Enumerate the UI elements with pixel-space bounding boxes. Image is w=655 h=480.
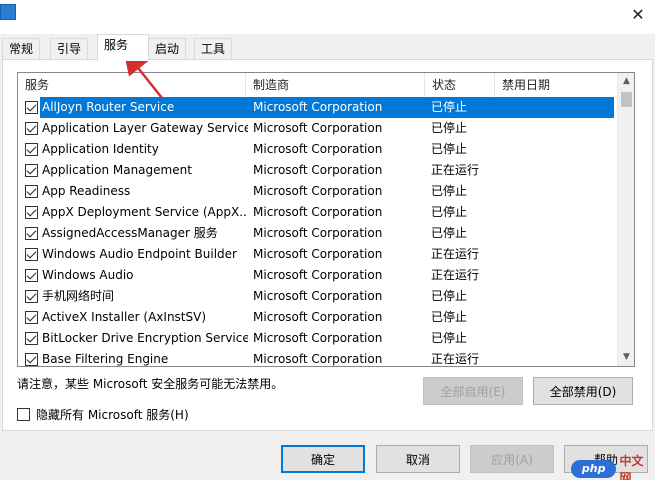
service-name-cell: ActiveX Installer (AxInstSV): [42, 310, 207, 324]
table-row[interactable]: Application Management Microsoft Corporat…: [18, 160, 618, 181]
table-row[interactable]: Application Layer Gateway Service Microso…: [18, 118, 618, 139]
table-row[interactable]: Base Filtering Engine Microsoft Corporati…: [18, 349, 618, 366]
hide-ms-services-label: 隐藏所有 Microsoft 服务(H): [36, 407, 189, 422]
service-name-cell: Windows Audio Endpoint Builder: [42, 247, 237, 261]
table-row[interactable]: BitLocker Drive Encryption Service Micros…: [18, 328, 618, 349]
manufacturer-cell: Microsoft Corporation: [253, 184, 383, 198]
ok-button[interactable]: 确定: [281, 445, 365, 473]
disable-all-button[interactable]: 全部禁用(D): [533, 377, 633, 405]
table-row[interactable]: Application Identity Microsoft Corporatio…: [18, 139, 618, 160]
service-name-cell: Application Identity: [42, 142, 159, 156]
manufacturer-cell: Microsoft Corporation: [253, 226, 383, 240]
service-name-cell: AssignedAccessManager 服务: [42, 226, 218, 240]
scroll-down-icon[interactable]: ▼: [618, 349, 634, 366]
notice-text: 请注意，某些 Microsoft 安全服务可能无法禁用。: [17, 377, 284, 391]
column-header-disabled-date[interactable]: 禁用日期: [495, 73, 618, 97]
row-checkbox[interactable]: [25, 353, 38, 366]
table-row[interactable]: 手机网络时间 Microsoft Corporation 已停止: [18, 286, 618, 307]
manufacturer-cell: Microsoft Corporation: [253, 163, 383, 177]
hide-ms-services-checkbox[interactable]: 隐藏所有 Microsoft 服务(H): [17, 406, 189, 422]
tab-general[interactable]: 常规: [2, 38, 41, 60]
status-cell: 已停止: [431, 184, 468, 198]
status-cell: 正在运行: [431, 247, 480, 261]
status-cell: 已停止: [431, 121, 468, 135]
tab-boot[interactable]: 引导: [50, 38, 89, 60]
watermark-badge: php: [571, 459, 617, 478]
manufacturer-cell: Microsoft Corporation: [253, 247, 383, 261]
table-row[interactable]: App Readiness Microsoft Corporation 已停止: [18, 181, 618, 202]
table-row[interactable]: AppX Deployment Service (AppX... Microsof…: [18, 202, 618, 223]
table-row[interactable]: AllJoyn Router Service Microsoft Corporat…: [18, 97, 618, 118]
app-icon: [0, 4, 16, 20]
manufacturer-cell: Microsoft Corporation: [253, 289, 383, 303]
row-checkbox[interactable]: [25, 143, 38, 156]
row-checkbox[interactable]: [25, 227, 38, 240]
status-cell: 正在运行: [431, 163, 480, 177]
table-row[interactable]: Windows Audio Microsoft Corporation 正在运行: [18, 265, 618, 286]
enable-all-button[interactable]: 全部启用(E): [423, 377, 523, 405]
column-header-service[interactable]: 服务: [18, 73, 246, 97]
row-checkbox[interactable]: [25, 269, 38, 282]
services-list[interactable]: 服务 制造商 状态 禁用日期 AllJoyn Router Service Mic…: [17, 72, 635, 367]
apply-button[interactable]: 应用(A): [470, 445, 554, 473]
row-checkbox[interactable]: [25, 206, 38, 219]
service-name-cell: 手机网络时间: [42, 289, 115, 303]
service-name-cell: Base Filtering Engine: [42, 352, 169, 366]
row-checkbox[interactable]: [25, 332, 38, 345]
status-cell: 正在运行: [431, 352, 480, 366]
status-cell: 已停止: [431, 226, 468, 240]
scroll-up-icon[interactable]: ▲: [618, 73, 634, 90]
status-cell: 已停止: [431, 205, 468, 219]
service-name-cell: App Readiness: [42, 184, 131, 198]
table-row[interactable]: AssignedAccessManager 服务 Microsoft Corpor…: [18, 223, 618, 244]
title-bar: ✕: [0, 0, 655, 34]
cancel-button[interactable]: 取消: [376, 445, 460, 473]
row-checkbox[interactable]: [25, 248, 38, 261]
manufacturer-cell: Microsoft Corporation: [253, 352, 383, 366]
vertical-scrollbar[interactable]: ▲ ▼: [617, 73, 634, 366]
manufacturer-cell: Microsoft Corporation: [253, 205, 383, 219]
watermark-logo: php 中文网: [571, 454, 655, 480]
tab-services[interactable]: 服务: [97, 34, 149, 61]
status-cell: 正在运行: [431, 268, 480, 282]
service-name-cell: BitLocker Drive Encryption Service: [42, 331, 248, 345]
tab-startup[interactable]: 启动: [148, 38, 187, 60]
service-name-cell: Windows Audio: [42, 268, 134, 282]
manufacturer-cell: Microsoft Corporation: [253, 100, 383, 114]
column-header-status[interactable]: 状态: [425, 73, 495, 97]
status-cell: 已停止: [431, 331, 468, 345]
service-name-cell: Application Layer Gateway Service: [42, 121, 248, 135]
row-checkbox[interactable]: [25, 185, 38, 198]
manufacturer-cell: Microsoft Corporation: [253, 121, 383, 135]
scroll-thumb[interactable]: [621, 92, 632, 107]
manufacturer-cell: Microsoft Corporation: [253, 268, 383, 282]
watermark-text: 中文网: [619, 453, 644, 480]
manufacturer-cell: Microsoft Corporation: [253, 331, 383, 345]
status-cell: 已停止: [431, 142, 468, 156]
row-checkbox[interactable]: [25, 290, 38, 303]
tab-strip: 常规 引导 服务 启动 工具: [0, 34, 655, 61]
list-rows: AllJoyn Router Service Microsoft Corporat…: [18, 97, 618, 366]
row-checkbox[interactable]: [25, 164, 38, 177]
services-panel: 服务 制造商 状态 禁用日期 AllJoyn Router Service Mic…: [2, 59, 653, 431]
service-name-cell: Application Management: [42, 163, 192, 177]
table-row[interactable]: Windows Audio Endpoint Builder Microsoft …: [18, 244, 618, 265]
checkbox-box[interactable]: [17, 407, 30, 421]
manufacturer-cell: Microsoft Corporation: [253, 310, 383, 324]
tab-tools[interactable]: 工具: [194, 38, 233, 60]
table-row[interactable]: ActiveX Installer (AxInstSV) Microsoft Co…: [18, 307, 618, 328]
row-checkbox[interactable]: [25, 122, 38, 135]
status-cell: 已停止: [431, 100, 468, 114]
status-cell: 已停止: [431, 289, 468, 303]
status-cell: 已停止: [431, 310, 468, 324]
service-name-cell: AllJoyn Router Service: [42, 100, 175, 114]
row-checkbox[interactable]: [25, 101, 38, 114]
list-header: 服务 制造商 状态 禁用日期: [18, 73, 618, 97]
manufacturer-cell: Microsoft Corporation: [253, 142, 383, 156]
service-name-cell: AppX Deployment Service (AppX...: [42, 205, 248, 219]
row-checkbox[interactable]: [25, 311, 38, 324]
column-header-manufacturer[interactable]: 制造商: [246, 73, 425, 97]
close-button[interactable]: ✕: [621, 0, 655, 28]
